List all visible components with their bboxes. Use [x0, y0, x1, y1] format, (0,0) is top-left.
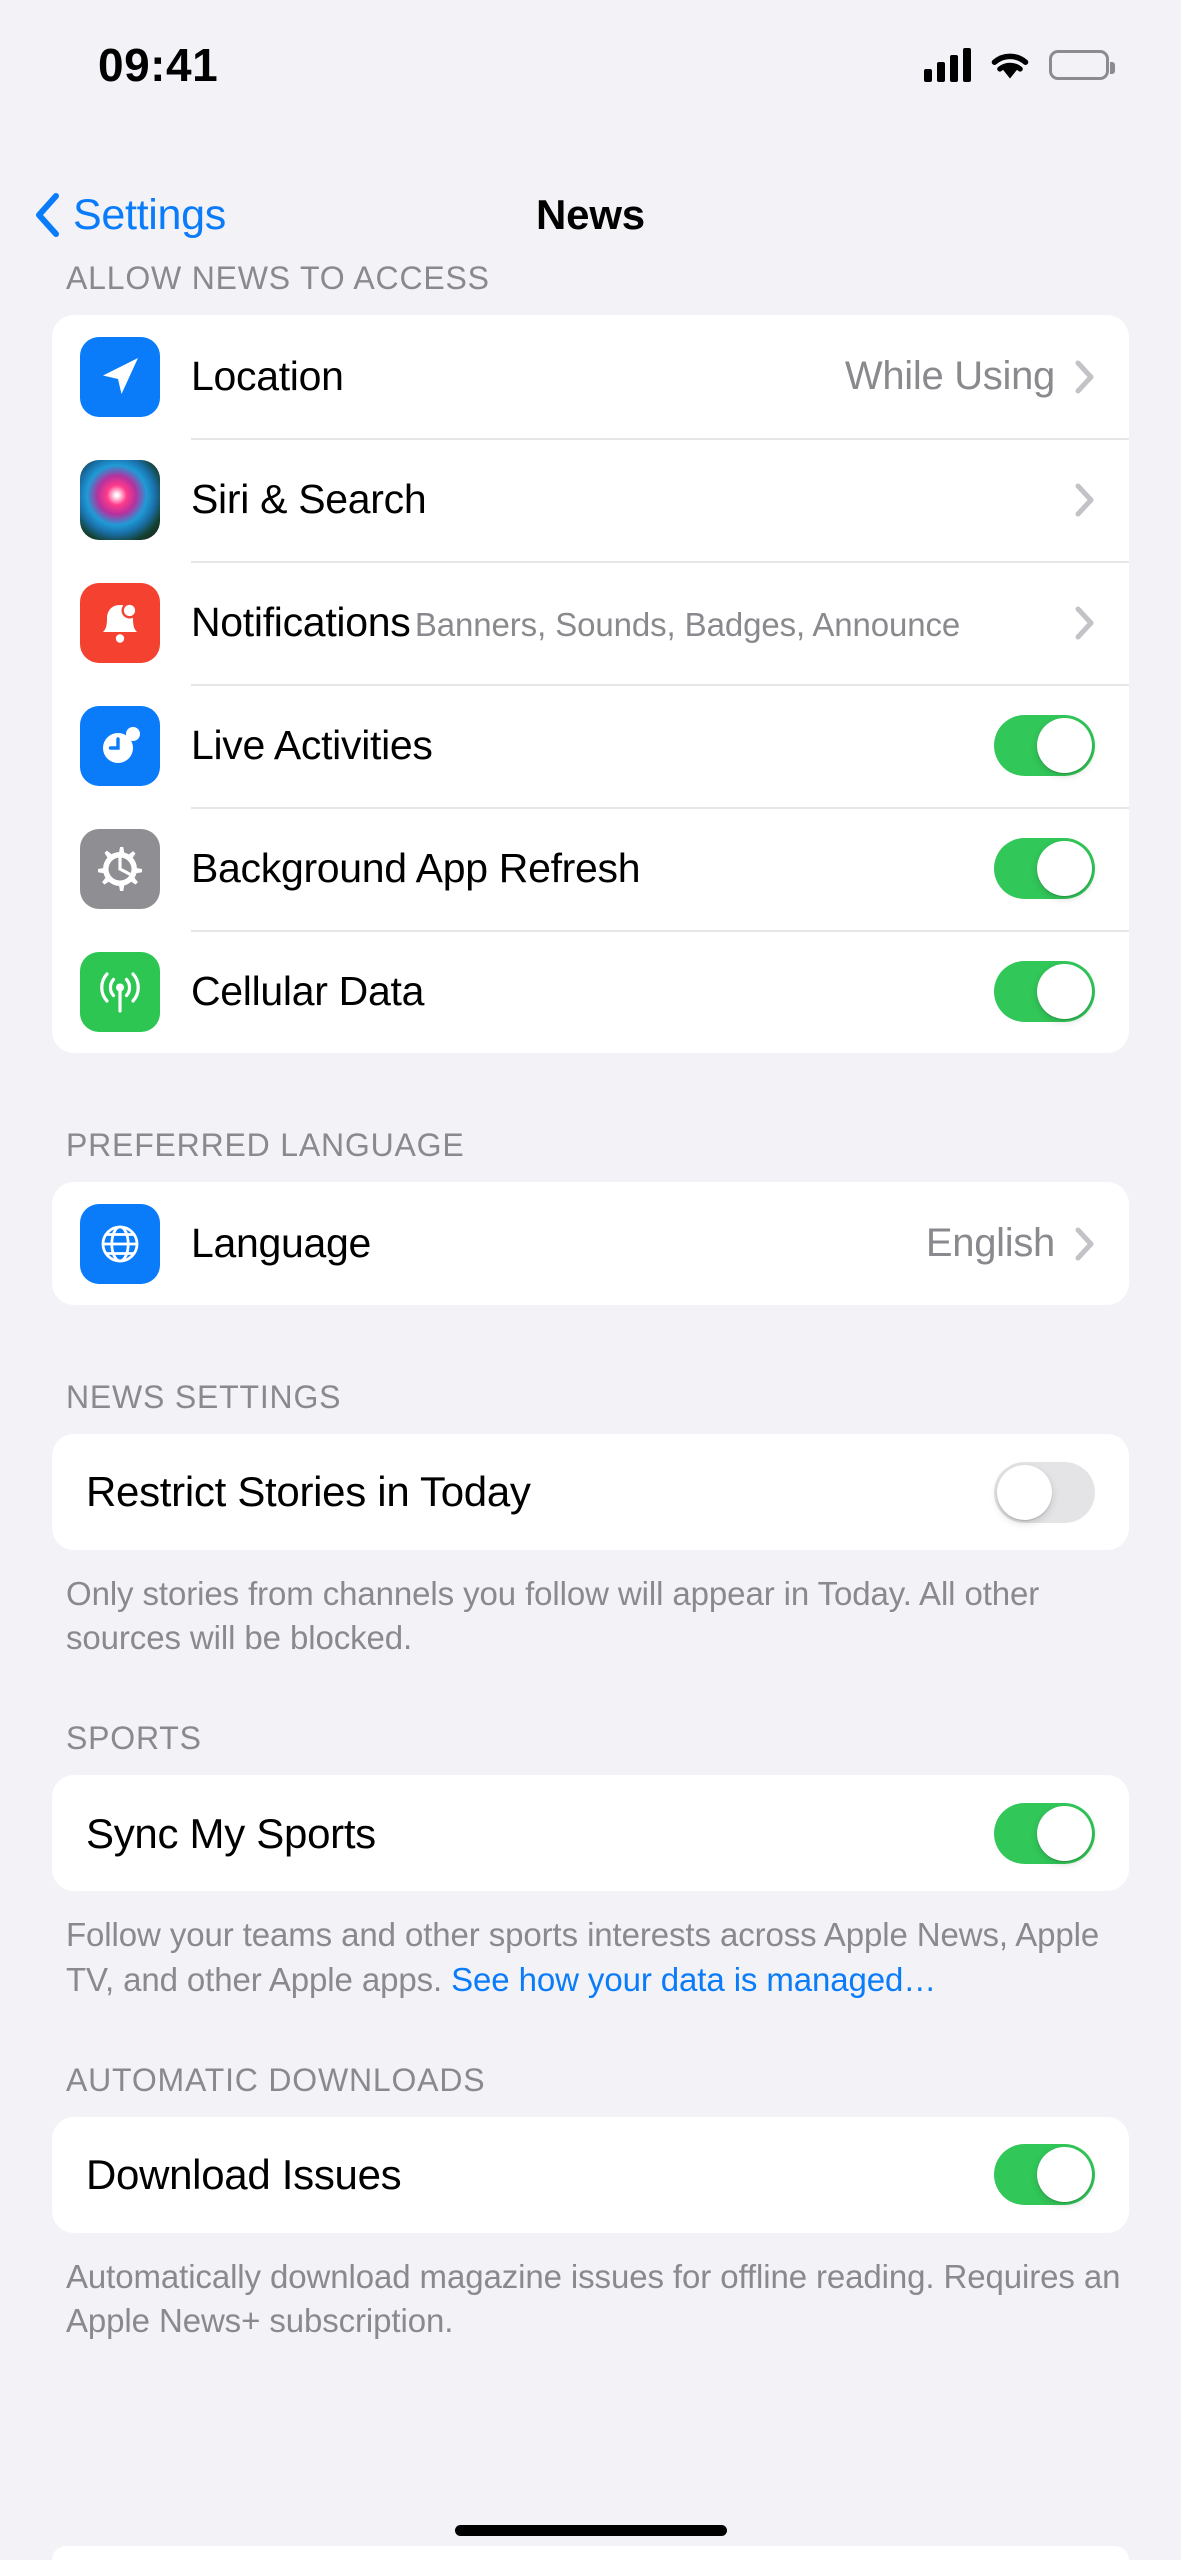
row-location[interactable]: Location While Using: [52, 315, 1129, 438]
section-header-allow-news-to-access: ALLOW NEWS TO ACCESS: [66, 260, 490, 296]
chevron-right-icon: [1075, 360, 1095, 394]
link-see-how-your-data-is-managed[interactable]: See how your data is managed…: [451, 1961, 936, 1998]
next-section-card-peek: [52, 2546, 1129, 2560]
row-live-activities-text: Live Activities: [191, 699, 994, 791]
row-sync-my-sports[interactable]: Sync My Sports: [52, 1775, 1129, 1891]
status-bar: 09:41: [0, 0, 1181, 115]
row-location-title: Location: [191, 353, 344, 400]
row-cellular-data-text: Cellular Data: [191, 945, 994, 1037]
row-notifications-text: Notifications Banners, Sounds, Badges, A…: [191, 576, 1075, 668]
row-language-value: English: [925, 1221, 1055, 1265]
chevron-left-icon: [34, 193, 60, 237]
section-header-automatic-downloads: AUTOMATIC DOWNLOADS: [66, 2061, 486, 2098]
live-activities-clock-icon: [80, 705, 160, 786]
section-automatic-downloads: Download Issues: [52, 2116, 1129, 2233]
back-button-label: Settings: [73, 190, 226, 239]
row-separator: [191, 561, 1129, 563]
row-notifications[interactable]: Notifications Banners, Sounds, Badges, A…: [52, 561, 1129, 684]
row-notifications-subtitle: Banners, Sounds, Badges, Announce: [414, 606, 961, 644]
gear-icon: [80, 828, 160, 909]
settings-scroll-content: ALLOW NEWS TO ACCESS Location While Usin…: [0, 260, 1181, 2387]
section-preferred-language: Language English: [52, 1182, 1129, 1305]
row-separator: [191, 807, 1129, 809]
location-arrow-icon: [80, 336, 160, 417]
chevron-right-icon: [1075, 606, 1095, 640]
toggle-cellular-data[interactable]: [994, 961, 1095, 1022]
bell-icon: [80, 582, 160, 663]
row-live-activities[interactable]: Live Activities: [52, 684, 1129, 807]
back-button[interactable]: Settings: [34, 170, 226, 260]
section-header-news-settings: NEWS SETTINGS: [66, 1379, 342, 1415]
row-siri-and-search[interactable]: Siri & Search: [52, 438, 1129, 561]
globe-icon: [80, 1203, 160, 1284]
row-cellular-data-title: Cellular Data: [191, 968, 425, 1015]
section-sports: Sync My Sports: [52, 1775, 1129, 1892]
toggle-live-activities[interactable]: [994, 715, 1095, 776]
footer-automatic-downloads: Automatically download magazine issues f…: [66, 2257, 1121, 2340]
row-sync-my-sports-text: Sync My Sports: [86, 1787, 994, 1881]
row-cellular-data[interactable]: Cellular Data: [52, 930, 1129, 1053]
cellular-antenna-icon: [80, 951, 160, 1032]
row-language-title: Language: [191, 1220, 372, 1267]
navigation-bar: News Settings: [0, 170, 1181, 260]
row-separator: [191, 930, 1129, 932]
status-bar-icons: [924, 47, 1115, 82]
chevron-right-icon: [1075, 1227, 1095, 1261]
cellular-bars-icon: [924, 47, 971, 82]
row-sync-my-sports-title: Sync My Sports: [86, 1809, 376, 1857]
section-allow-news-to-access: Location While Using Siri & Search Notif…: [52, 315, 1129, 1053]
section-header-sports: SPORTS: [66, 1720, 202, 1757]
row-location-text: Location: [191, 330, 845, 422]
row-separator: [191, 684, 1129, 686]
row-download-issues-text: Download Issues: [86, 2128, 994, 2222]
footer-news-settings: Only stories from channels you follow wi…: [66, 1575, 1040, 1657]
row-background-app-refresh-title: Background App Refresh: [191, 845, 641, 892]
status-bar-time: 09:41: [98, 38, 219, 91]
row-notifications-title: Notifications: [191, 599, 411, 646]
chevron-right-icon: [1075, 483, 1095, 517]
row-download-issues[interactable]: Download Issues: [52, 2117, 1129, 2233]
row-separator: [191, 438, 1129, 440]
row-background-app-refresh-text: Background App Refresh: [191, 822, 994, 914]
toggle-restrict-stories-in-today[interactable]: [994, 1461, 1095, 1523]
footer-sports: Follow your teams and other sports inter…: [0, 1891, 1181, 2001]
row-background-app-refresh[interactable]: Background App Refresh: [52, 807, 1129, 930]
section-news-settings: Restrict Stories in Today: [52, 1434, 1129, 1550]
toggle-sync-my-sports[interactable]: [994, 1802, 1095, 1864]
siri-orb-icon: [80, 459, 160, 540]
row-language[interactable]: Language English: [52, 1182, 1129, 1305]
row-restrict-stories-text: Restrict Stories in Today: [86, 1445, 994, 1539]
toggle-background-app-refresh[interactable]: [994, 838, 1095, 899]
home-indicator[interactable]: [454, 2525, 727, 2536]
row-location-value: While Using: [844, 354, 1055, 398]
section-header-preferred-language: PREFERRED LANGUAGE: [66, 1127, 465, 1163]
toggle-download-issues[interactable]: [994, 2144, 1095, 2206]
battery-full-icon: [1049, 49, 1115, 80]
row-download-issues-title: Download Issues: [86, 2151, 402, 2199]
iphone-settings-news-screen: 09:41 News Settings ALLOW NEWS TO ACCESS…: [0, 0, 1181, 2560]
row-siri-and-search-text: Siri & Search: [191, 453, 1075, 545]
row-restrict-stories-in-today[interactable]: Restrict Stories in Today: [52, 1434, 1129, 1550]
row-restrict-stories-title: Restrict Stories in Today: [86, 1468, 531, 1516]
row-language-text: Language: [191, 1197, 926, 1289]
row-live-activities-title: Live Activities: [191, 722, 433, 769]
wifi-icon: [988, 48, 1032, 82]
row-siri-and-search-title: Siri & Search: [191, 476, 427, 523]
